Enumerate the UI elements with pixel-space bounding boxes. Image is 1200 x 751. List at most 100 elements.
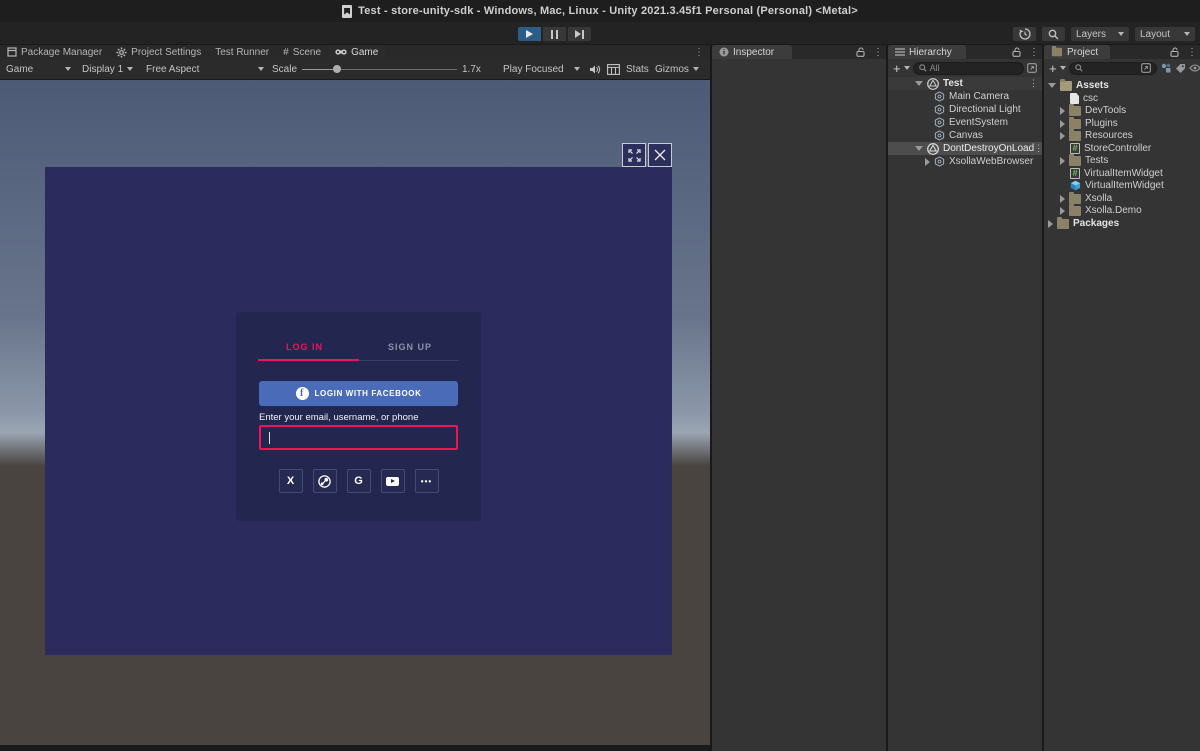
project-header-icons: ⋮: [1170, 45, 1197, 59]
tab-inspector[interactable]: Inspector: [712, 45, 792, 59]
foldout-arrow-icon[interactable]: [1048, 220, 1053, 228]
game-display-mode-dropdown[interactable]: Game: [6, 59, 71, 79]
search-by-type-icon[interactable]: [1160, 62, 1172, 74]
project-search-input[interactable]: [1069, 62, 1157, 75]
aspect-ratio-dropdown[interactable]: Free Aspect: [146, 59, 264, 79]
tab-strip-menu[interactable]: ⋮: [688, 45, 710, 59]
chevron-down-icon: [693, 67, 699, 71]
title-bar: Test - store-unity-sdk - Windows, Mac, L…: [0, 0, 1200, 22]
foldout-arrow-icon[interactable]: [1060, 157, 1065, 165]
tab-login[interactable]: LOG IN: [286, 342, 323, 352]
inactive-tab-underline: [359, 360, 459, 361]
gameobject-icon: [934, 156, 945, 167]
project-body: + Assets csc DevT: [1044, 59, 1200, 751]
tab-project-settings[interactable]: Project Settings: [109, 45, 208, 59]
tree-row[interactable]: XsollaWebBrowser: [888, 155, 1042, 168]
pause-button[interactable]: [542, 26, 567, 42]
tab-signup[interactable]: SIGN UP: [388, 342, 432, 352]
lock-icon[interactable]: [1170, 47, 1179, 57]
foldout-arrow-icon[interactable]: [925, 158, 930, 166]
undo-history-button[interactable]: [1012, 26, 1037, 42]
tree-row[interactable]: VirtualItemWidget: [1044, 179, 1200, 192]
tree-row[interactable]: Packages: [1044, 217, 1200, 230]
close-widget-button[interactable]: [648, 143, 672, 167]
tab-test-runner[interactable]: Test Runner: [208, 45, 276, 59]
foldout-arrow-icon[interactable]: [1060, 195, 1065, 203]
gizmos-dropdown[interactable]: Gizmos: [655, 59, 699, 79]
slider-thumb[interactable]: [333, 65, 341, 73]
chevron-down-icon: [127, 67, 133, 71]
tree-row[interactable]: EventSystem: [888, 116, 1042, 129]
scene-grid-icon: #: [283, 47, 289, 58]
create-add-button[interactable]: +: [893, 61, 901, 76]
create-add-button[interactable]: +: [1049, 61, 1057, 76]
eye-icon[interactable]: [1189, 64, 1200, 72]
tree-row-selected[interactable]: DontDestroyOnLoad ⋮: [888, 142, 1042, 155]
tab-hierarchy[interactable]: Hierarchy: [888, 45, 966, 59]
folder-icon: [1069, 106, 1081, 116]
tree-row[interactable]: Main Camera: [888, 90, 1042, 103]
step-icon: [575, 30, 584, 39]
fullscreen-button[interactable]: [622, 143, 646, 167]
foldout-arrow-icon[interactable]: [1060, 107, 1065, 115]
expand-arrows-icon: [628, 149, 641, 162]
kebab-menu-icon[interactable]: ⋮: [873, 47, 883, 58]
steam-login-button[interactable]: [313, 469, 337, 493]
stats-toggle[interactable]: Stats: [626, 59, 649, 79]
open-search-window-icon[interactable]: [1141, 63, 1151, 73]
email-input[interactable]: [259, 425, 458, 450]
foldout-arrow-icon[interactable]: [1060, 207, 1065, 215]
hierarchy-search-input[interactable]: All: [913, 62, 1024, 75]
grid-icon: [607, 64, 620, 75]
tab-game[interactable]: Game: [328, 45, 385, 59]
play-button[interactable]: [517, 26, 542, 42]
tree-row[interactable]: Assets: [1044, 79, 1200, 92]
scale-slider[interactable]: [302, 59, 457, 79]
open-search-window-icon[interactable]: [1027, 63, 1037, 73]
search-icon: [1075, 64, 1083, 72]
display-dropdown[interactable]: Display 1: [82, 59, 133, 79]
tree-row[interactable]: Tests: [1044, 154, 1200, 167]
login-with-facebook-button[interactable]: f LOGIN WITH FACEBOOK: [259, 381, 458, 406]
unity-scene-icon: [927, 143, 939, 155]
lock-icon[interactable]: [1012, 47, 1021, 57]
tab-scene[interactable]: # Scene: [276, 45, 328, 59]
tree-row[interactable]: Xsolla.Demo: [1044, 204, 1200, 217]
tab-package-manager[interactable]: Package Manager: [0, 45, 109, 59]
foldout-arrow-icon[interactable]: [915, 146, 923, 151]
x-twitter-login-button[interactable]: X: [279, 469, 303, 493]
label-tag-icon[interactable]: [1175, 63, 1186, 74]
tree-row[interactable]: Directional Light: [888, 103, 1042, 116]
foldout-arrow-icon[interactable]: [1048, 83, 1056, 88]
tab-project[interactable]: Project: [1044, 45, 1110, 59]
play-focused-dropdown[interactable]: Play Focused: [503, 59, 580, 79]
foldout-arrow-icon[interactable]: [1060, 132, 1065, 140]
unity-scene-icon: [927, 78, 939, 90]
kebab-menu-icon[interactable]: ⋮: [1187, 47, 1197, 58]
foldout-arrow-icon[interactable]: [915, 81, 923, 86]
youtube-icon: [386, 477, 399, 486]
hierarchy-header-icons: ⋮: [1012, 45, 1039, 59]
google-login-button[interactable]: G: [347, 469, 371, 493]
tree-row[interactable]: DevTools: [1044, 104, 1200, 117]
tree-row[interactable]: Canvas: [888, 129, 1042, 142]
layout-dropdown[interactable]: Layout: [1134, 26, 1196, 42]
youtube-login-button[interactable]: [381, 469, 405, 493]
chevron-down-icon[interactable]: [904, 66, 910, 70]
vsync-button[interactable]: [607, 59, 620, 79]
unity-editor-window: Test - store-unity-sdk - Windows, Mac, L…: [0, 0, 1200, 751]
more-providers-button[interactable]: •••: [415, 469, 439, 493]
kebab-menu-icon[interactable]: ⋮: [1029, 78, 1042, 89]
mute-audio-button[interactable]: [589, 59, 601, 79]
gameobject-icon: [934, 91, 945, 102]
google-g-icon: G: [354, 475, 363, 487]
tree-row[interactable]: Test ⋮: [888, 77, 1042, 90]
chevron-down-icon[interactable]: [1060, 66, 1066, 70]
step-button[interactable]: [567, 26, 592, 42]
lock-icon[interactable]: [856, 47, 865, 57]
tree-row[interactable]: Resources: [1044, 129, 1200, 142]
foldout-arrow-icon[interactable]: [1060, 120, 1065, 128]
layers-dropdown[interactable]: Layers: [1070, 26, 1130, 42]
kebab-menu-icon[interactable]: ⋮: [1029, 47, 1039, 58]
global-search-button[interactable]: [1041, 26, 1066, 42]
